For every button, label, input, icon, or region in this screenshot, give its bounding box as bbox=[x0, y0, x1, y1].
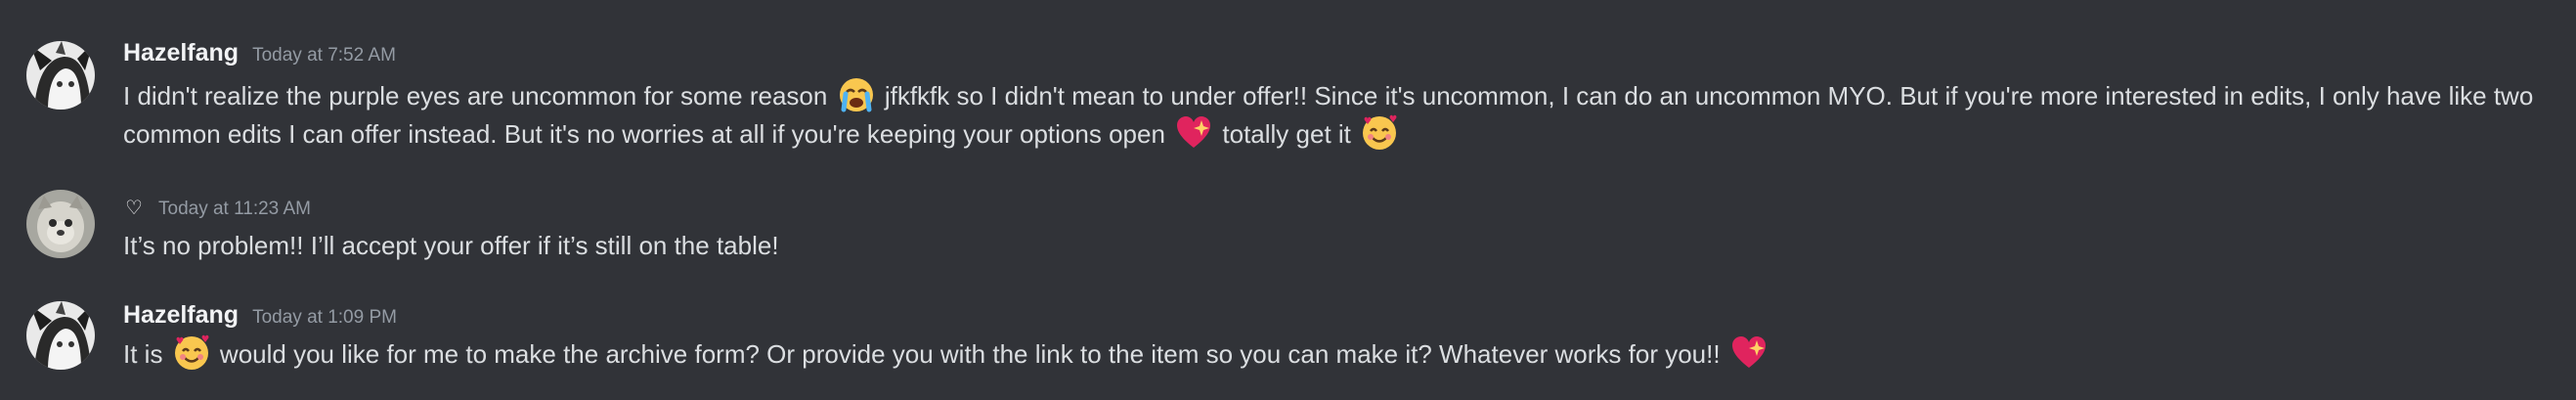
timestamp[interactable]: Today at 11:23 AM bbox=[158, 199, 311, 220]
sparkling-heart-icon[interactable] bbox=[1175, 114, 1212, 152]
message-header: Hazelfang Today at 7:52 AM bbox=[123, 39, 396, 67]
loudly-crying-face-icon[interactable] bbox=[838, 76, 875, 113]
smiling-face-with-hearts-icon[interactable] bbox=[1361, 114, 1398, 152]
message-text: It’s no problem!! I’ll accept your offer… bbox=[123, 231, 779, 260]
message-text: totally get it bbox=[1222, 119, 1351, 149]
username[interactable]: Hazelfang bbox=[123, 39, 239, 67]
message-item: Hazelfang Today at 7:52 AM I didn't real… bbox=[0, 0, 2576, 166]
message-item: ♡ Today at 11:23 AM It’s no problem!! I’… bbox=[0, 176, 2576, 269]
avatar[interactable] bbox=[26, 41, 95, 110]
avatar[interactable] bbox=[26, 190, 95, 258]
message-content: It’s no problem!! I’ll accept your offer… bbox=[123, 227, 2548, 264]
chat-message-list: Hazelfang Today at 7:52 AM I didn't real… bbox=[0, 0, 2576, 400]
message-text: I didn't realize the purple eyes are unc… bbox=[123, 81, 828, 111]
timestamp[interactable]: Today at 1:09 PM bbox=[252, 307, 397, 329]
message-header: Hazelfang Today at 1:09 PM bbox=[123, 301, 397, 330]
avatar[interactable] bbox=[26, 301, 95, 370]
sparkling-heart-icon[interactable] bbox=[1730, 334, 1768, 372]
message-content: It is would you like for me to make the … bbox=[123, 334, 2548, 373]
message-text: It is bbox=[123, 339, 163, 369]
message-text: would you like for me to make the archiv… bbox=[219, 339, 1721, 369]
username[interactable]: Hazelfang bbox=[123, 301, 239, 330]
message-item: Hazelfang Today at 1:09 PM It is would y… bbox=[0, 293, 2576, 400]
message-content: I didn't realize the purple eyes are unc… bbox=[123, 76, 2548, 153]
message-header: ♡ Today at 11:23 AM bbox=[123, 196, 311, 220]
heart-icon[interactable]: ♡ bbox=[123, 196, 145, 220]
smiling-face-with-hearts-icon[interactable] bbox=[173, 334, 210, 372]
timestamp[interactable]: Today at 7:52 AM bbox=[252, 45, 396, 67]
